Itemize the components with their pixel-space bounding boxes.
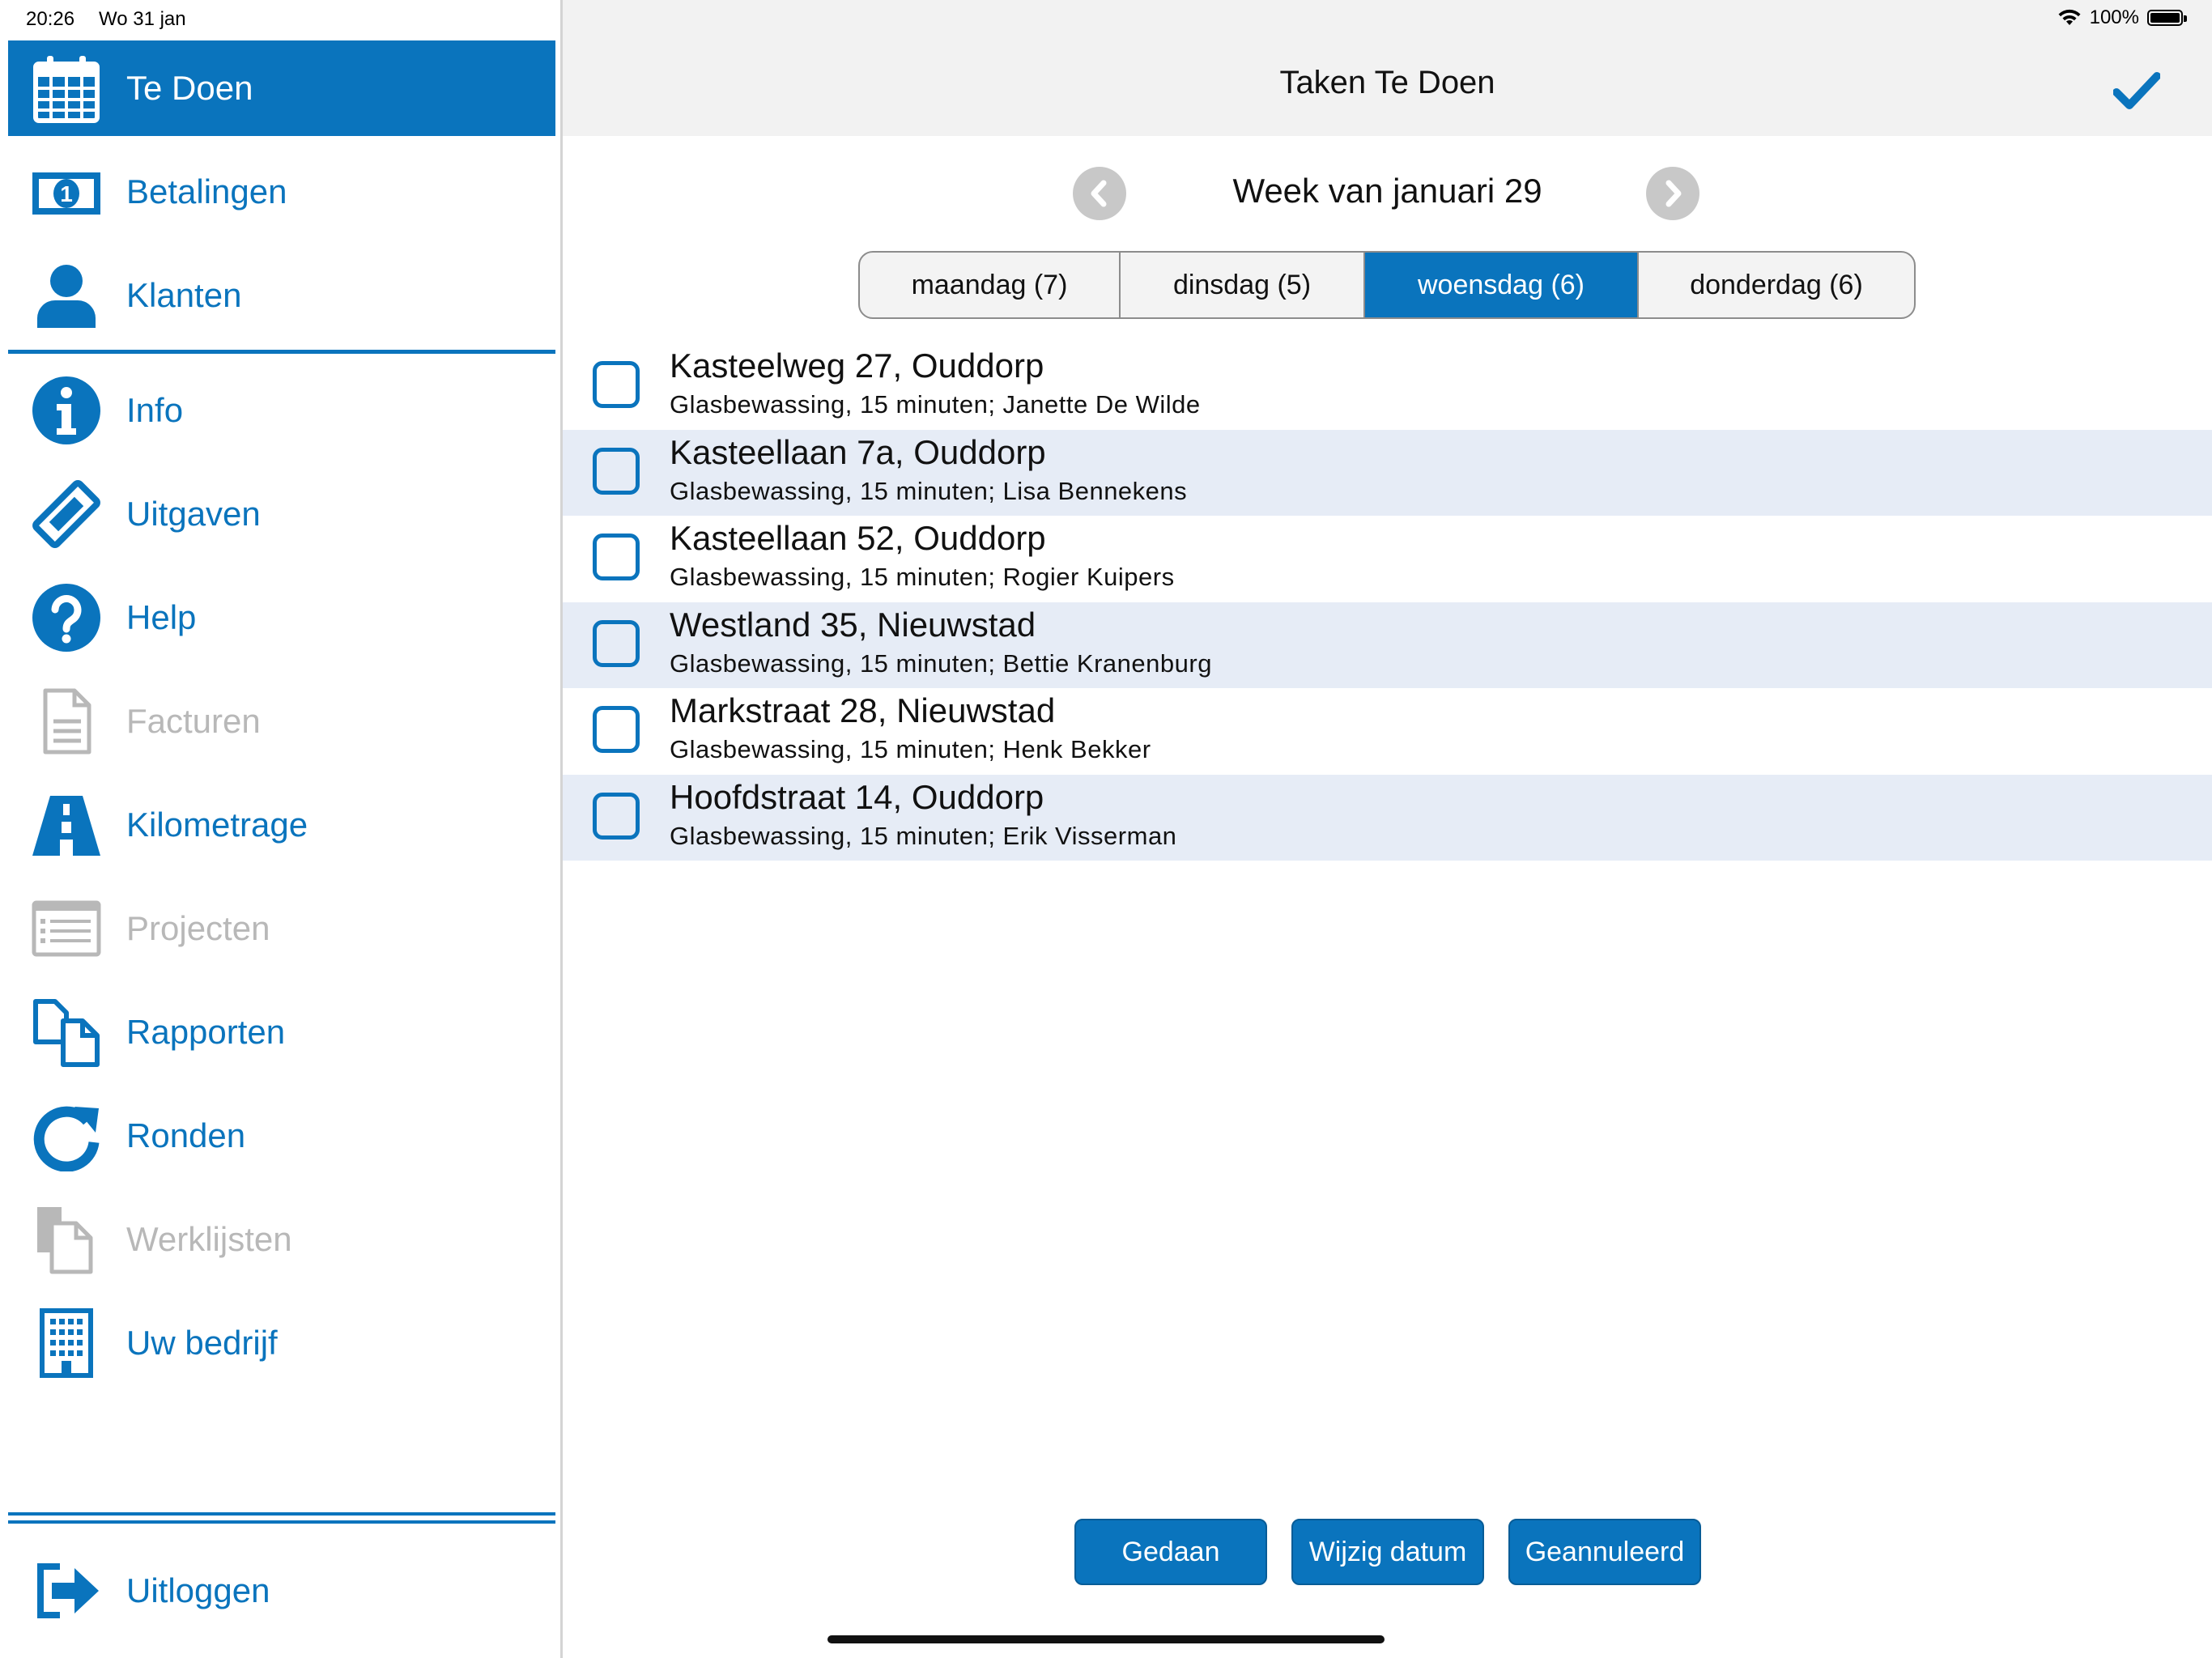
task-details: Glasbewassing, 15 minuten; Janette De Wi… [670,390,1201,419]
task-row[interactable]: Westland 35, Nieuwstad Glasbewassing, 15… [563,602,2212,688]
sidebar-item-betalingen[interactable]: 1 Betalingen [8,144,555,240]
task-address: Westland 35, Nieuwstad [670,605,1036,644]
logout-button[interactable]: Uitloggen [8,1543,555,1639]
task-details: Glasbewassing, 15 minuten; Bettie Kranen… [670,648,1212,678]
sidebar-item-label: Te Doen [126,69,253,107]
sidebar-item-kilometrage[interactable]: Kilometrage [8,777,555,873]
road-icon [31,789,102,861]
status-time: 20:26 [26,8,75,30]
sidebar-item-label: Rapporten [126,1013,286,1051]
task-actions: Gedaan Wijzig datum Geannuleerd [1074,1519,1701,1585]
sidebar: Te Doen 1 Betalingen Klanten Info Uitgav… [0,0,563,1658]
week-navigator: Week van januari 29 [563,162,2212,227]
help-icon [31,582,102,653]
task-row[interactable]: Kasteellaan 52, Ouddorp Glasbewassing, 1… [563,516,2212,602]
refresh-icon [31,1100,102,1171]
week-title: Week van januari 29 [1232,172,1542,210]
sidebar-item-te-doen[interactable]: Te Doen [8,40,555,136]
task-details: Glasbewassing, 15 minuten; Erik Visserma… [670,821,1177,850]
sidebar-item-projecten[interactable]: Projecten [8,881,555,976]
sidebar-item-label: Ronden [126,1116,246,1154]
sidebar-item-label: Projecten [126,909,270,947]
day-tab-maandag[interactable]: maandag (7) [860,253,1121,317]
sidebar-item-help[interactable]: Help [8,570,555,665]
sidebar-item-label: Betalingen [126,172,287,210]
task-checkbox[interactable] [593,361,640,408]
task-address: Markstraat 28, Nieuwstad [670,691,1056,729]
battery-percent: 100% [2089,6,2139,28]
day-segmented-control: maandag (7) dinsdag (5) woensdag (6) don… [858,251,1916,319]
task-address: Kasteellaan 7a, Ouddorp [670,432,1046,471]
sidebar-item-label: Help [126,598,197,636]
day-tab-dinsdag[interactable]: dinsdag (5) [1121,253,1365,317]
task-checkbox[interactable] [593,534,640,580]
status-date: Wo 31 jan [99,8,186,30]
document-icon [31,686,102,757]
building-icon [31,1307,102,1379]
task-row[interactable]: Kasteelweg 27, Ouddorp Glasbewassing, 15… [563,343,2212,430]
task-checkbox[interactable] [593,706,640,753]
logout-label: Uitloggen [126,1571,270,1609]
task-checkbox[interactable] [593,447,640,495]
battery-icon [2147,10,2187,26]
page-title: Taken Te Doen [1279,65,1495,100]
sidebar-item-werklijsten[interactable]: Werklijsten [8,1192,555,1287]
sidebar-item-uw-bedrijf[interactable]: Uw bedrijf [8,1295,555,1391]
sidebar-item-label: Uw bedrijf [126,1324,278,1362]
svg-text:1: 1 [60,181,73,206]
day-tab-woensdag[interactable]: woensdag (6) [1365,253,1639,317]
person-icon [31,260,102,331]
day-tab-donderdag[interactable]: donderdag (6) [1639,253,1914,317]
task-row[interactable]: Kasteellaan 7a, Ouddorp Glasbewassing, 1… [563,429,2212,516]
sidebar-item-ronden[interactable]: Ronden [8,1088,555,1184]
sidebar-divider [8,1520,555,1524]
wifi-icon [2058,9,2081,25]
copy-icon [31,997,102,1068]
task-details: Glasbewassing, 15 minuten; Henk Bekker [670,735,1151,763]
sidebar-item-info[interactable]: Info [8,363,555,458]
sidebar-item-label: Werklijsten [126,1220,292,1258]
sidebar-item-label: Facturen [126,702,261,740]
change-date-button[interactable]: Wijzig datum [1291,1519,1484,1585]
task-address: Kasteelweg 27, Ouddorp [670,346,1044,385]
main-content: Taken Te Doen Week van januari 29 maanda… [563,0,2212,1658]
sidebar-item-klanten[interactable]: Klanten [8,248,555,343]
sidebar-item-label: Klanten [126,276,242,314]
sidebar-item-rapporten[interactable]: Rapporten [8,984,555,1080]
sidebar-item-facturen[interactable]: Facturen [8,674,555,769]
info-icon [31,375,102,446]
list-icon [31,893,102,964]
home-indicator[interactable] [827,1635,1385,1643]
sidebar-item-uitgaven[interactable]: Uitgaven [8,466,555,562]
task-row[interactable]: Markstraat 28, Nieuwstad Glasbewassing, … [563,688,2212,775]
sidebar-item-label: Uitgaven [126,495,261,533]
task-row[interactable]: Hoofdstraat 14, Ouddorp Glasbewassing, 1… [563,774,2212,861]
logout-icon [31,1555,102,1626]
sidebar-item-label: Info [126,391,184,429]
sidebar-item-label: Kilometrage [126,806,308,844]
ticket-icon [31,478,102,550]
status-bar: 20:26 Wo 31 jan 100% [0,0,2212,39]
status-right: 100% [2057,6,2187,29]
task-address: Kasteellaan 52, Ouddorp [670,519,1046,557]
banknote-icon: 1 [31,156,102,227]
clipboard-icon [31,1204,102,1275]
sidebar-divider [8,1512,555,1516]
calendar-icon [31,53,102,124]
chevron-right-icon [1665,180,1682,207]
next-week-button[interactable] [1646,167,1699,220]
task-address: Hoofdstraat 14, Ouddorp [670,777,1044,816]
battery-level [2150,13,2180,23]
done-button[interactable]: Gedaan [1074,1519,1267,1585]
task-details: Glasbewassing, 15 minuten; Lisa Benneken… [670,476,1188,505]
task-list: Kasteelweg 27, Ouddorp Glasbewassing, 15… [563,343,2212,861]
sidebar-divider [8,350,555,354]
task-checkbox[interactable] [593,792,640,840]
cancelled-button[interactable]: Geannuleerd [1508,1519,1701,1585]
task-details: Glasbewassing, 15 minuten; Rogier Kuiper… [670,563,1175,591]
task-checkbox[interactable] [593,619,640,667]
checkmark-icon[interactable] [2113,71,2160,110]
